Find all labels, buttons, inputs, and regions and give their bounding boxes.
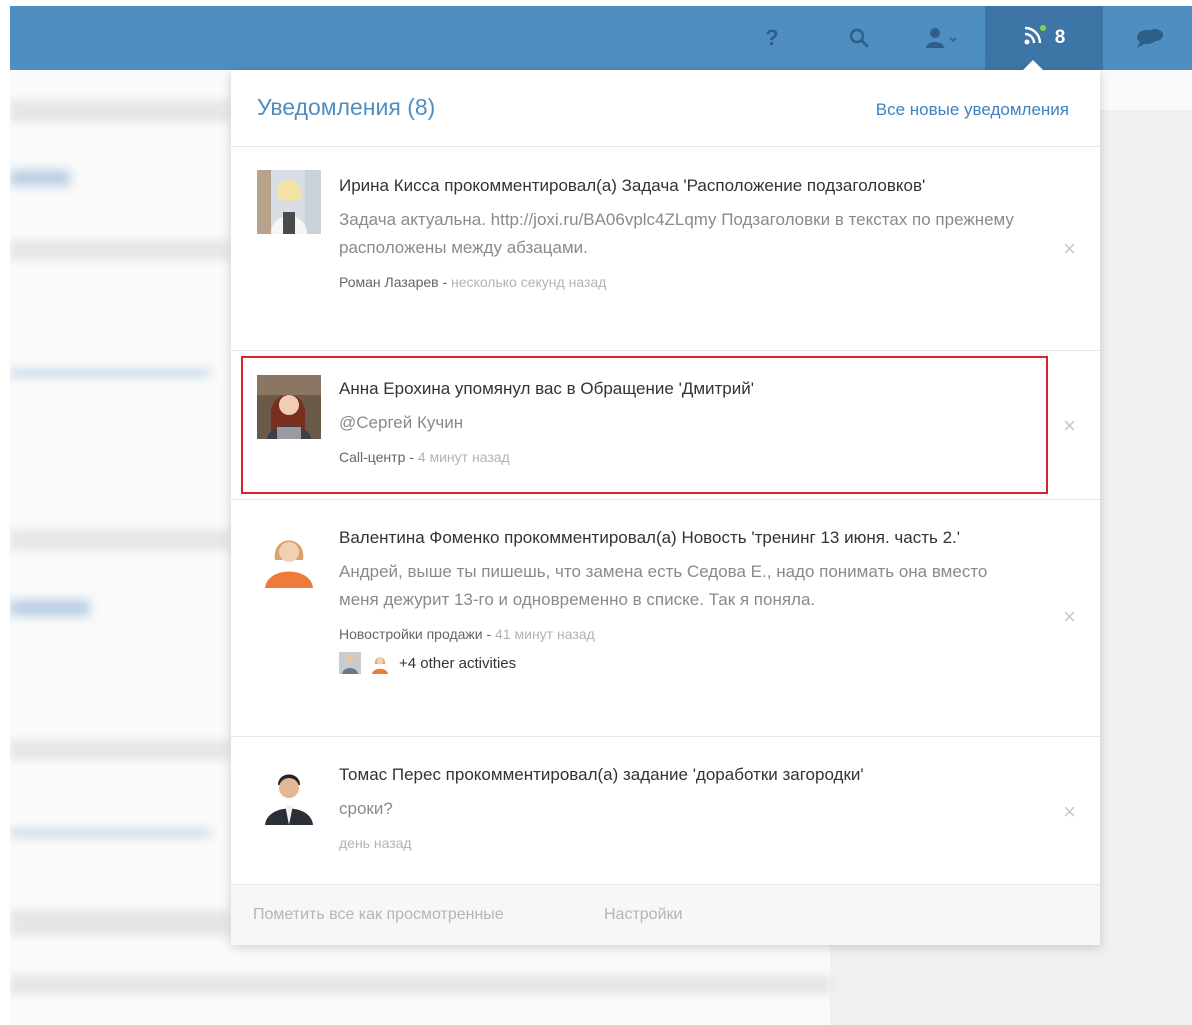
avatar [257,761,321,825]
notification-source[interactable]: Роман Лазарев [339,274,439,290]
bg-line [10,830,210,836]
notification-body: Задача актуальна. http://joxi.ru/BA06vpl… [339,210,1014,257]
notification-item[interactable]: Ирина Кисса прокомментировал(а) Задача '… [231,146,1100,351]
dismiss-notification-close-icon[interactable]: × [1063,799,1076,825]
activities-label[interactable]: +4 other activities [399,655,516,672]
notification-source[interactable]: Call-центр [339,449,405,465]
help-icon[interactable]: ? [760,6,784,70]
notification-meta: Новостройки продажи - 41 минут назад [339,626,1019,642]
bg-block [10,910,230,936]
bg-block [10,530,230,550]
top-navigation-bar: ? 8 [10,6,1192,70]
bg-block [10,975,830,995]
search-icon[interactable] [844,6,874,70]
notification-title[interactable]: Анна Ерохина упомянул вас в Обращение 'Д… [339,375,1019,403]
notification-title[interactable]: Томас Перес прокомментировал(а) задание … [339,761,1019,789]
notification-meta: Call-центр - 4 минут назад [339,449,1019,465]
mark-all-viewed-link[interactable]: Пометить все как просмотренные [253,906,504,924]
notification-time: несколько секунд назад [451,274,607,290]
notification-body: сроки? [339,799,393,818]
rss-icon [1023,24,1047,52]
user-menu-icon[interactable] [922,6,962,70]
notifications-button[interactable]: 8 [985,6,1103,70]
notification-body: Андрей, выше ты пишешь, что замена есть … [339,562,988,609]
activity-avatar [369,652,391,674]
chat-icon[interactable] [1130,6,1170,70]
dismiss-notification-close-icon[interactable]: × [1063,236,1076,262]
notification-time: 4 минут назад [417,449,510,465]
notification-count-badge: 8 [1054,27,1066,48]
notification-content: Томас Перес прокомментировал(а) задание … [339,761,1019,851]
bg-link [10,600,90,616]
meta-separator: - [486,626,496,642]
meta-separator: - [442,274,452,290]
notification-source[interactable]: Новостройки продажи [339,626,483,642]
bg-line [10,370,210,376]
notification-item[interactable]: Анна Ерохина упомянул вас в Обращение 'Д… [231,351,1100,500]
notification-item[interactable]: Томас Перес прокомментировал(а) задание … [231,737,1100,885]
notification-meta: Роман Лазарев - несколько секунд назад [339,274,1019,290]
panel-footer: Пометить все как просмотренные Настройки [231,884,1100,945]
avatar [257,375,321,439]
notification-title[interactable]: Ирина Кисса прокомментировал(а) Задача '… [339,172,1019,200]
avatar [257,524,321,588]
bg-block [10,100,230,122]
settings-link[interactable]: Настройки [604,906,682,924]
dropdown-caret [1023,60,1043,70]
other-activities[interactable]: +4 other activities [339,652,1019,674]
notification-content: Ирина Кисса прокомментировал(а) Задача '… [339,172,1019,290]
notification-content: Валентина Фоменко прокомментировал(а) Но… [339,524,1019,674]
notification-time: 41 минут назад [495,626,595,642]
notification-body: @Сергей Кучин [339,413,464,432]
notification-content: Анна Ерохина упомянул вас в Обращение 'Д… [339,375,1019,465]
panel-header: Уведомления (8) Все новые уведомления [231,70,1100,147]
dismiss-notification-close-icon[interactable]: × [1063,413,1076,439]
notification-item[interactable]: Валентина Фоменко прокомментировал(а) Но… [231,500,1100,737]
meta-separator: - [409,449,418,465]
notification-title[interactable]: Валентина Фоменко прокомментировал(а) Но… [339,524,1019,552]
avatar [257,170,321,234]
all-new-notifications-link[interactable]: Все новые уведомления [876,100,1069,120]
panel-title: Уведомления (8) [257,94,436,120]
notification-time: день назад [339,835,412,851]
notifications-dropdown: Уведомления (8) Все новые уведомления Ир… [231,70,1100,945]
bg-block [10,740,230,760]
bg-block [10,240,230,260]
activity-avatar [339,652,361,674]
notification-meta: день назад [339,835,1019,851]
bg-link [10,170,70,186]
dismiss-notification-close-icon[interactable]: × [1063,604,1076,630]
